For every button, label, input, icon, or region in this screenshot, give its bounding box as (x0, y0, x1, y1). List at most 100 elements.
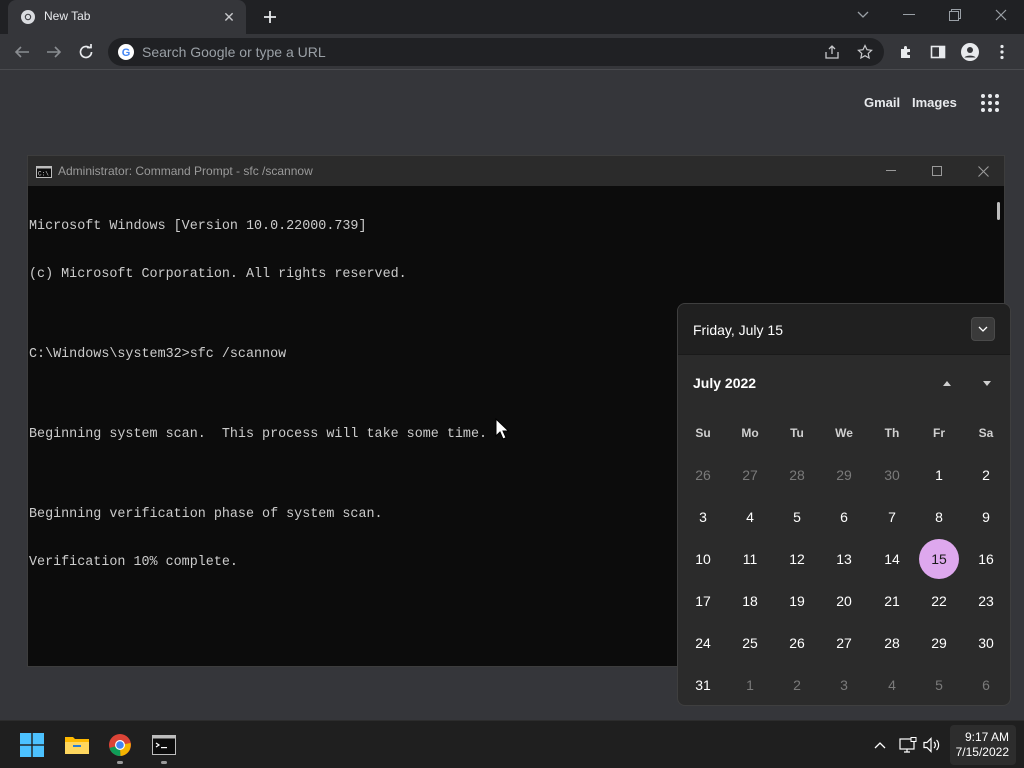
calendar-day[interactable]: 28 (777, 455, 817, 495)
calendar-day[interactable]: 26 (777, 623, 817, 663)
calendar-day[interactable]: 3 (824, 665, 864, 705)
calendar-day[interactable]: 28 (872, 623, 912, 663)
previous-month-button[interactable] (936, 372, 958, 394)
calendar-day[interactable]: 8 (919, 497, 959, 537)
calendar-current-date: Friday, July 15 (693, 322, 783, 338)
weekday-label: Tu (790, 426, 804, 440)
calendar-day[interactable]: 23 (966, 581, 1006, 621)
calendar-day[interactable]: 27 (824, 623, 864, 663)
reload-icon[interactable] (72, 38, 100, 66)
calendar-day[interactable]: 3 (683, 497, 723, 537)
omnibox[interactable]: G (108, 38, 884, 66)
minimize-icon[interactable] (886, 0, 932, 30)
address-input[interactable] (142, 38, 782, 66)
weekday-label: Su (695, 426, 711, 440)
back-icon[interactable] (8, 38, 36, 66)
calendar-day[interactable]: 6 (824, 497, 864, 537)
calendar-day[interactable]: 7 (872, 497, 912, 537)
google-icon: G (118, 44, 134, 60)
gmail-link[interactable]: Gmail (864, 95, 900, 110)
calendar-day[interactable]: 18 (730, 581, 770, 621)
side-panel-icon[interactable] (924, 38, 952, 66)
calendar-day[interactable]: 9 (966, 497, 1006, 537)
calendar-header: Friday, July 15 (678, 304, 1010, 355)
calendar-day[interactable]: 13 (824, 539, 864, 579)
calendar-day[interactable]: 5 (777, 497, 817, 537)
calendar-day[interactable]: 14 (872, 539, 912, 579)
command-prompt-icon: C:\ (36, 165, 52, 178)
calendar-day[interactable]: 26 (683, 455, 723, 495)
volume-icon[interactable] (922, 735, 942, 755)
calendar-day[interactable]: 24 (683, 623, 723, 663)
taskbar-clock[interactable]: 9:17 AM 7/15/2022 (950, 725, 1016, 765)
calendar-day[interactable]: 16 (966, 539, 1006, 579)
calendar-day[interactable]: 5 (919, 665, 959, 705)
calendar-day[interactable]: 12 (777, 539, 817, 579)
forward-icon[interactable] (40, 38, 68, 66)
images-link[interactable]: Images (912, 95, 957, 110)
calendar-day[interactable]: 29 (919, 623, 959, 663)
clock-date: 7/15/2022 (955, 745, 1009, 759)
close-tab-icon[interactable]: ✕ (220, 8, 238, 26)
console-line: Microsoft Windows [Version 10.0.22000.73… (29, 219, 367, 234)
calendar-day[interactable]: 17 (683, 581, 723, 621)
cmd-close-icon[interactable] (960, 156, 1006, 186)
weekday-label: Mo (741, 426, 759, 440)
cmd-minimize-icon[interactable] (868, 156, 914, 186)
svg-text:C:\: C:\ (38, 171, 49, 178)
calendar-day[interactable]: 4 (872, 665, 912, 705)
calendar-day[interactable]: 10 (683, 539, 723, 579)
calendar-day[interactable]: 4 (730, 497, 770, 537)
calendar-day[interactable]: 30 (966, 623, 1006, 663)
windows-start-icon[interactable] (16, 729, 48, 761)
calendar-day[interactable]: 19 (777, 581, 817, 621)
cmd-maximize-icon[interactable] (914, 156, 960, 186)
calendar-day[interactable]: 25 (730, 623, 770, 663)
calendar-day[interactable]: 21 (872, 581, 912, 621)
running-indicator (117, 761, 123, 764)
cmd-titlebar[interactable]: C:\ Administrator: Command Prompt - sfc … (28, 156, 1004, 186)
chevron-up-icon[interactable] (870, 735, 890, 755)
calendar-day[interactable]: 27 (730, 455, 770, 495)
console-line: (c) Microsoft Corporation. All rights re… (29, 267, 407, 282)
calendar-day[interactable]: 31 (683, 665, 723, 705)
bookmark-star-icon[interactable] (855, 42, 875, 62)
new-tab-button[interactable] (258, 5, 282, 29)
calendar-day[interactable]: 1 (919, 455, 959, 495)
weekday-label: We (835, 426, 853, 440)
calendar-day-selected[interactable]: 15 (919, 539, 959, 579)
restore-icon[interactable] (932, 0, 978, 30)
close-window-icon[interactable] (978, 0, 1024, 30)
calendar-day[interactable]: 29 (824, 455, 864, 495)
command-prompt-icon[interactable] (148, 729, 180, 761)
weekday-label: Fr (933, 426, 945, 440)
tab-search-icon[interactable] (840, 0, 886, 30)
file-explorer-icon[interactable] (61, 729, 93, 761)
cmd-scrollbar[interactable] (997, 202, 1000, 220)
share-icon[interactable] (822, 42, 842, 62)
calendar-day[interactable]: 30 (872, 455, 912, 495)
calendar-day[interactable]: 20 (824, 581, 864, 621)
menu-icon[interactable] (988, 38, 1016, 66)
browser-toolbar: G (0, 34, 1024, 70)
calendar-day[interactable]: 22 (919, 581, 959, 621)
extensions-icon[interactable] (892, 38, 920, 66)
google-apps-icon[interactable] (980, 93, 1000, 113)
calendar-flyout: Friday, July 15 July 2022 Su Mo Tu We Th Fr Sa… (677, 303, 1011, 706)
collapse-calendar-button[interactable] (971, 317, 995, 341)
profile-icon[interactable] (956, 38, 984, 66)
tab-title: New Tab (44, 9, 91, 23)
cmd-window-title: Administrator: Command Prompt - sfc /sca… (58, 164, 313, 178)
calendar-day[interactable]: 1 (730, 665, 770, 705)
calendar-day[interactable]: 2 (777, 665, 817, 705)
calendar-day[interactable]: 2 (966, 455, 1006, 495)
chrome-icon[interactable] (104, 729, 136, 761)
network-icon[interactable] (898, 735, 918, 755)
calendar-day[interactable]: 11 (730, 539, 770, 579)
calendar-month-label[interactable]: July 2022 (693, 375, 756, 391)
weekday-label: Sa (978, 426, 994, 440)
calendar-day[interactable]: 6 (966, 665, 1006, 705)
tab-strip: New Tab ✕ (0, 0, 1024, 34)
tab-new-tab[interactable]: New Tab ✕ (8, 0, 246, 34)
next-month-button[interactable] (976, 372, 998, 394)
